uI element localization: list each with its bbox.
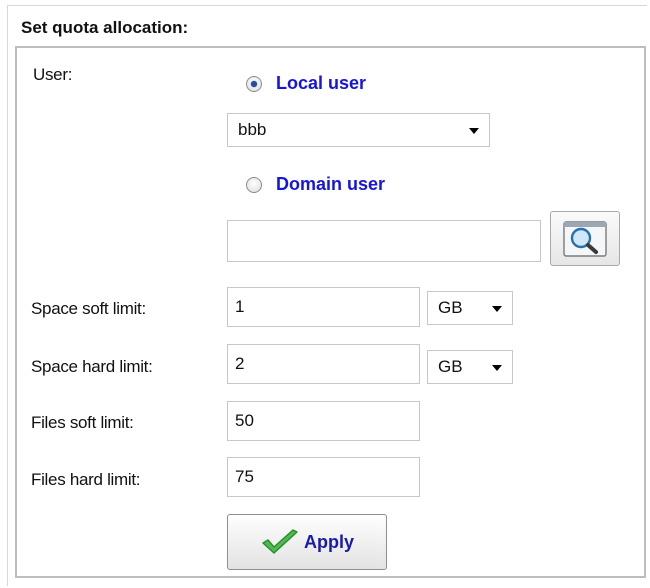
domain-user-input[interactable] (227, 220, 541, 262)
local-user-radio-row[interactable]: Local user (246, 73, 366, 94)
chevron-down-icon (469, 128, 479, 134)
magnifier-icon (563, 220, 607, 257)
user-label: User: (33, 65, 73, 84)
apply-button-label: Apply (303, 531, 354, 552)
space-soft-limit-label: Space soft limit: (31, 299, 146, 318)
files-soft-limit-label: Files soft limit: (31, 413, 134, 432)
space-soft-limit-value: 1 (235, 297, 245, 316)
domain-user-radio[interactable] (246, 176, 262, 193)
space-hard-unit-value: GB (438, 357, 463, 376)
files-soft-limit-input[interactable]: 50 (227, 401, 420, 441)
space-hard-limit-label: Space hard limit: (31, 357, 153, 376)
space-soft-limit-input[interactable]: 1 (227, 287, 420, 327)
files-soft-limit-value: 50 (235, 411, 254, 430)
space-soft-unit-select[interactable]: GB (427, 291, 513, 325)
space-hard-limit-input[interactable]: 2 (227, 344, 420, 384)
search-user-button[interactable] (550, 211, 620, 266)
local-user-radio[interactable] (246, 75, 262, 92)
panel-title: Set quota allocation: (21, 18, 189, 37)
space-soft-unit-value: GB (438, 298, 463, 317)
domain-user-label[interactable]: Domain user (276, 174, 385, 195)
checkmark-icon (262, 529, 298, 554)
local-user-select[interactable]: bbb (227, 113, 490, 147)
domain-user-radio-row[interactable]: Domain user (246, 174, 385, 195)
local-user-label[interactable]: Local user (276, 73, 366, 94)
space-hard-unit-select[interactable]: GB (427, 350, 513, 384)
apply-button[interactable]: Apply (227, 514, 387, 570)
files-hard-limit-value: 75 (235, 467, 254, 486)
space-hard-limit-value: 2 (235, 354, 245, 373)
chevron-down-icon (492, 306, 502, 312)
files-hard-limit-label: Files hard limit: (31, 470, 141, 489)
chevron-down-icon (492, 365, 502, 371)
local-user-select-value: bbb (238, 120, 267, 139)
files-hard-limit-input[interactable]: 75 (227, 457, 420, 497)
